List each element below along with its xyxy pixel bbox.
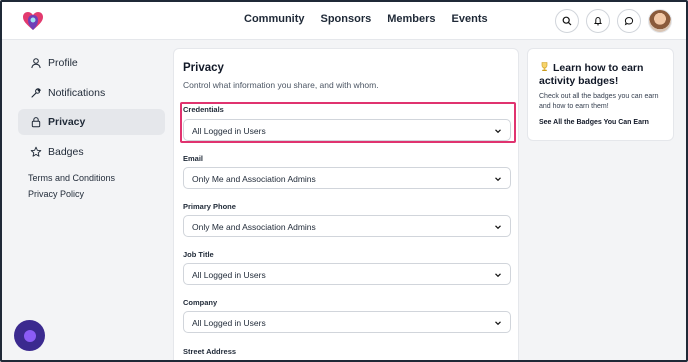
bell-icon [593, 16, 603, 26]
chat-icon [624, 16, 634, 26]
job-title-select[interactable]: All Logged in Users [183, 263, 511, 285]
privacy-policy-link[interactable]: Privacy Policy [28, 189, 165, 199]
chevron-down-icon [495, 321, 501, 326]
badges-title-text: Learn how to earn activity badges! [539, 62, 644, 87]
user-avatar[interactable] [648, 9, 672, 33]
chevron-down-icon [495, 273, 501, 278]
sidebar-item-profile[interactable]: Profile [18, 50, 165, 76]
chat-bubble-icon [23, 329, 36, 342]
header-actions [555, 9, 672, 33]
notifications-button[interactable] [586, 9, 610, 33]
chevron-down-icon [495, 225, 501, 230]
star-icon [30, 146, 42, 158]
nav-events[interactable]: Events [452, 13, 488, 25]
sidebar-item-badges[interactable]: Badges [18, 139, 165, 165]
credentials-select[interactable]: All Logged in Users [183, 119, 511, 141]
see-all-badges-link[interactable]: See All the Badges You Can Earn [539, 119, 649, 126]
badges-description: Check out all the badges you can earn an… [539, 93, 659, 110]
sidebar-item-notifications[interactable]: Notifications [18, 80, 165, 106]
messages-button[interactable] [617, 9, 641, 33]
primary-phone-label: Primary Phone [183, 202, 236, 211]
primary-phone-select[interactable]: Only Me and Association Admins [183, 215, 511, 237]
sidebar-item-label: Notifications [48, 86, 106, 99]
company-select[interactable]: All Logged in Users [183, 311, 511, 333]
job-title-label: Job Title [183, 250, 214, 259]
sidebar-item-label: Badges [48, 145, 84, 158]
company-label: Company [183, 298, 218, 307]
search-button[interactable] [555, 9, 579, 33]
primary-phone-value: Only Me and Association Admins [192, 222, 316, 232]
settings-sidebar: Profile Notifications Privacy Badges Ter… [18, 50, 165, 199]
badges-promo-card: Learn how to earn activity badges! Check… [527, 48, 674, 141]
wrench-icon [30, 87, 42, 99]
sidebar-item-label: Privacy [48, 116, 86, 128]
email-select[interactable]: Only Me and Association Admins [183, 167, 511, 189]
app-window: Community Sponsors Members Events Profil… [0, 0, 688, 362]
page-subtitle: Control what information you share, and … [183, 80, 379, 90]
email-label: Email [183, 154, 204, 163]
sidebar-item-label: Profile [48, 57, 78, 69]
privacy-settings-card: Privacy Control what information you sha… [173, 48, 519, 360]
chevron-down-icon [495, 129, 501, 134]
chevron-down-icon [495, 177, 501, 182]
main-nav: Community Sponsors Members Events [244, 13, 488, 25]
credentials-value: All Logged in Users [192, 126, 266, 136]
credentials-label: Credentials [183, 105, 224, 114]
terms-link[interactable]: Terms and Conditions [28, 173, 165, 183]
company-value: All Logged in Users [192, 318, 266, 328]
job-title-value: All Logged in Users [192, 270, 266, 280]
person-icon [30, 57, 42, 69]
logo-icon[interactable] [22, 11, 44, 31]
top-navigation-bar: Community Sponsors Members Events [2, 2, 686, 40]
sidebar-item-privacy[interactable]: Privacy [18, 109, 165, 135]
nav-sponsors[interactable]: Sponsors [321, 13, 372, 25]
trophy-icon [539, 61, 550, 72]
badges-title: Learn how to earn activity badges! [539, 61, 669, 88]
help-chat-button[interactable] [14, 320, 45, 351]
lock-icon [30, 116, 42, 128]
search-icon [562, 16, 572, 26]
email-value: Only Me and Association Admins [192, 174, 316, 184]
street-address-label: Street Address [183, 347, 237, 356]
page-title: Privacy [183, 62, 224, 74]
nav-community[interactable]: Community [244, 13, 305, 25]
nav-members[interactable]: Members [387, 13, 435, 25]
